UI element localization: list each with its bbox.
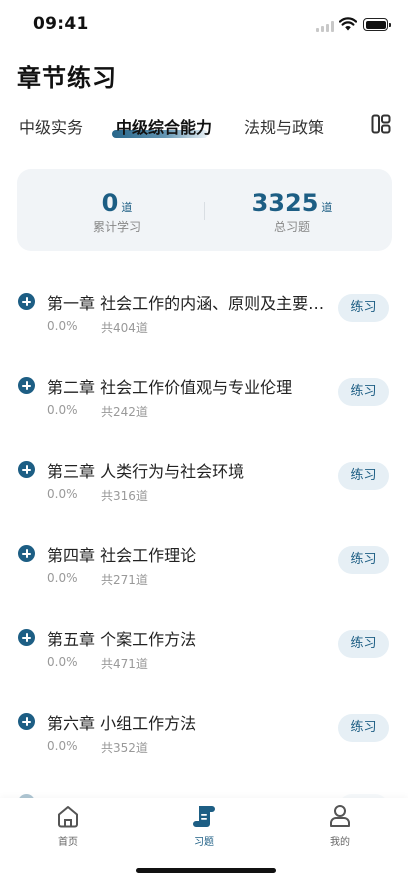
chapter-title: 第三章 人类行为与社会环境 — [47, 462, 245, 481]
expand-plus-icon[interactable] — [18, 629, 35, 646]
home-indicator — [136, 868, 276, 873]
chapter-progress: 0.0% — [47, 403, 78, 417]
tab-intermediate-comprehensive[interactable]: 中级综合能力 — [116, 114, 212, 138]
chapter-row-6[interactable]: 第六章 小组工作方法 0.0% 共352道 练习 — [0, 702, 408, 762]
chapter-progress: 0.0% — [47, 655, 78, 669]
nav-home[interactable]: 首页 — [38, 802, 98, 848]
practice-button[interactable]: 练习 — [338, 378, 389, 406]
battery-icon — [363, 18, 391, 31]
expand-plus-icon[interactable] — [18, 377, 35, 394]
status-bar: 09:41 — [0, 0, 408, 50]
nav-home-label: 首页 — [58, 837, 78, 848]
scroll-icon — [193, 806, 215, 827]
home-icon — [58, 806, 78, 828]
chapter-title: 第四章 社会工作理论 — [47, 546, 197, 565]
studied-stat: 0道 累计学习 — [67, 189, 167, 235]
cellular-signal-icon — [316, 21, 334, 32]
chapter-row-1[interactable]: 第一章 社会工作的内涵、原则及主要领域 0.0% 共404道 练习 — [0, 282, 408, 342]
nav-exercises-label: 习题 — [194, 837, 214, 848]
studied-unit: 道 — [121, 201, 133, 214]
total-unit: 道 — [321, 201, 333, 214]
nav-profile[interactable]: 我的 — [310, 802, 370, 848]
user-icon — [330, 805, 350, 827]
nav-profile-label: 我的 — [330, 837, 350, 848]
chapter-title: 第五章 个案工作方法 — [47, 630, 197, 649]
chapter-title: 第一章 社会工作的内涵、原则及主要领域 — [47, 294, 327, 313]
chapter-row-2[interactable]: 第二章 社会工作价值观与专业伦理 0.0% 共242道 练习 — [0, 366, 408, 426]
chapter-progress: 0.0% — [47, 487, 78, 501]
total-count: 3325 — [251, 189, 319, 217]
stats-divider — [204, 202, 205, 220]
practice-button[interactable]: 练习 — [338, 630, 389, 658]
wifi-icon — [339, 17, 357, 31]
expand-plus-icon[interactable] — [18, 713, 35, 730]
studied-label: 累计学习 — [92, 220, 141, 234]
chapter-progress: 0.0% — [47, 319, 78, 333]
nav-exercises[interactable]: 习题 — [174, 802, 234, 848]
chapter-title: 第六章 小组工作方法 — [47, 714, 197, 733]
page-title: 章节练习 — [17, 64, 117, 92]
grid-layout-icon[interactable] — [371, 114, 391, 134]
chapter-progress: 0.0% — [47, 739, 78, 753]
total-label: 总习题 — [273, 220, 310, 234]
chapter-progress: 0.0% — [47, 571, 78, 585]
chapter-title: 第二章 社会工作价值观与专业伦理 — [47, 378, 293, 397]
studied-count: 0 — [101, 189, 119, 217]
chapter-total: 共271道 — [101, 573, 148, 587]
chapter-total: 共242道 — [101, 405, 148, 419]
expand-plus-icon[interactable] — [18, 293, 35, 310]
expand-plus-icon[interactable] — [18, 461, 35, 478]
chapter-total: 共352道 — [101, 741, 148, 755]
practice-button[interactable]: 练习 — [338, 462, 389, 490]
stats-card: 0道 累计学习 3325 道 总习题 — [17, 169, 392, 251]
chapter-row-5[interactable]: 第五章 个案工作方法 0.0% 共471道 练习 — [0, 618, 408, 678]
subject-tabs: 中级实务 中级综合能力 法规与政策 — [0, 112, 408, 152]
status-time: 09:41 — [33, 14, 89, 34]
chapter-total: 共471道 — [101, 657, 148, 671]
chapter-row-4[interactable]: 第四章 社会工作理论 0.0% 共271道 练习 — [0, 534, 408, 594]
tab-regulations-policy[interactable]: 法规与政策 — [244, 114, 324, 138]
chapter-row-3[interactable]: 第三章 人类行为与社会环境 0.0% 共316道 练习 — [0, 450, 408, 510]
chapter-total: 共316道 — [101, 489, 148, 503]
expand-plus-icon[interactable] — [18, 545, 35, 562]
practice-button[interactable]: 练习 — [338, 546, 389, 574]
practice-button[interactable]: 练习 — [338, 714, 389, 742]
tab-intermediate-practice[interactable]: 中级实务 — [19, 114, 83, 138]
practice-button[interactable]: 练习 — [338, 294, 389, 322]
total-stat: 3325 道 总习题 — [237, 189, 347, 235]
chapter-total: 共404道 — [101, 321, 148, 335]
